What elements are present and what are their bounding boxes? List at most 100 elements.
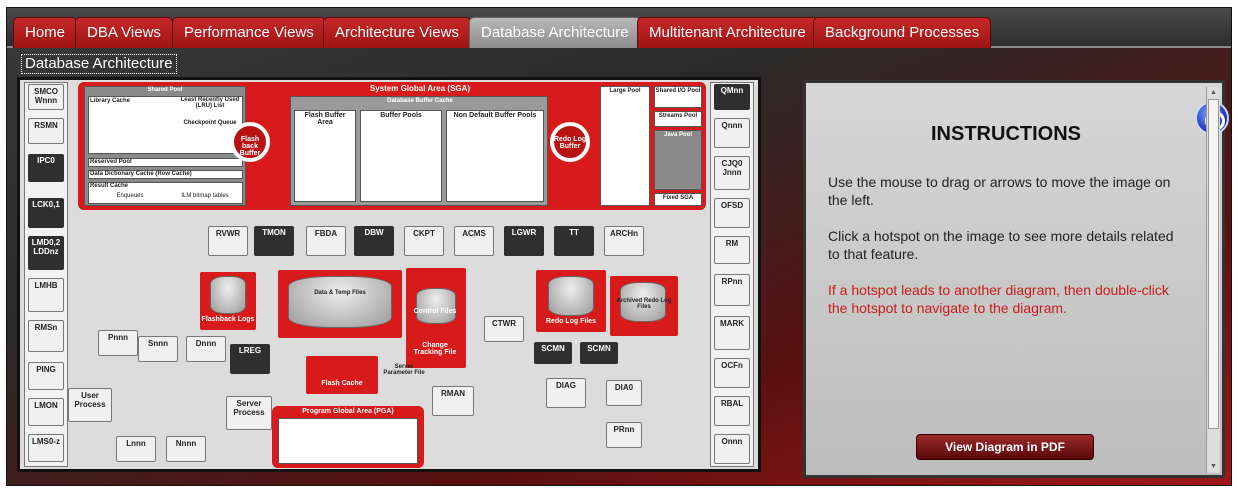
process-dnnn[interactable]: Dnnn (186, 336, 226, 362)
left-process[interactable]: LMON (28, 398, 64, 426)
instructions-title: INSTRUCTIONS (931, 123, 1081, 145)
process-tt[interactable]: TT (554, 226, 594, 256)
left-process[interactable]: LMS0-z (28, 434, 64, 462)
right-process[interactable]: RM (714, 236, 750, 264)
process-scmn-1[interactable]: SCMN (534, 342, 572, 364)
process-dbw[interactable]: DBW (354, 226, 394, 256)
scroll-down-arrow-icon[interactable]: ▼ (1208, 462, 1219, 472)
process-snnn[interactable]: Snnn (138, 336, 178, 362)
process-lnnn[interactable]: Lnnn (116, 436, 156, 462)
buffer-pools-label: Buffer Pools (380, 112, 422, 119)
process-rvwr[interactable]: RVWR (208, 226, 248, 256)
archived-redo-label: Archived Redo Log Files (616, 298, 672, 310)
left-process[interactable]: RSMN (28, 118, 64, 144)
java-pool[interactable] (654, 130, 702, 190)
process-rman[interactable]: RMAN (432, 386, 474, 416)
large-pool[interactable] (600, 86, 650, 206)
instructions-text-drag: Use the mouse to drag or arrows to move … (828, 174, 1171, 208)
left-process[interactable]: LMD0,2 LDDnz (28, 236, 64, 270)
right-process[interactable]: Qnnn (714, 118, 750, 148)
process-archn[interactable]: ARCHn (604, 226, 644, 256)
pga-work-areas[interactable] (278, 418, 418, 464)
left-process[interactable]: LCK0,1 (28, 198, 64, 228)
instructions-scrollbar[interactable]: ▲ ▼ (1206, 87, 1220, 473)
tab-multitenant-architecture[interactable]: Multitenant Architecture (637, 17, 818, 48)
instructions-text-hotspot: Click a hotspot on the image to see more… (828, 228, 1174, 262)
right-process[interactable]: RPnn (714, 274, 750, 306)
streams-pool-label: Streams Pool (658, 113, 698, 119)
process-lgwr[interactable]: LGWR (504, 226, 544, 256)
left-process[interactable]: SMCO Wnnn (28, 84, 64, 110)
process-ctwr[interactable]: CTWR (484, 316, 524, 342)
process-prnn[interactable]: PRnn (606, 422, 642, 448)
non-default-pools[interactable] (446, 110, 544, 202)
instructions-text-double-click: If a hotspot leads to another diagram, t… (828, 282, 1169, 316)
data-temp-files-label: Data & Temp Files (314, 290, 366, 296)
app-frame: Home DBA Views Performance Views Archite… (6, 7, 1232, 486)
flashback-logs-cylinder (210, 276, 246, 314)
left-process[interactable]: RMSn (28, 320, 64, 352)
server-param-file[interactable]: Server Parameter File (382, 352, 426, 392)
redo-log-buffer-label: Redo Log Buffer (553, 136, 587, 150)
process-pnnn[interactable]: Pnnn (98, 330, 138, 356)
reserved-pool-label: Reserved Pool (90, 159, 132, 165)
tab-database-architecture[interactable]: Database Architecture (469, 17, 641, 48)
right-process[interactable]: MARK (714, 316, 750, 350)
tab-dba-views[interactable]: DBA Views (75, 17, 173, 48)
enqueues-label: Enqueues (116, 193, 144, 199)
process-acms[interactable]: ACMS (454, 226, 494, 256)
right-process[interactable]: OFSD (714, 198, 750, 228)
process-lreg[interactable]: LREG (230, 344, 270, 374)
process-scmn-2[interactable]: SCMN (580, 342, 618, 364)
left-process[interactable]: IPC0 (28, 154, 64, 182)
diagram-viewport[interactable]: SMCO Wnnn RSMN IPC0 LCK0,1 LMD0,2 LDDnz … (17, 77, 761, 472)
tab-architecture-views[interactable]: Architecture Views (323, 17, 471, 48)
user-process[interactable]: User Process (68, 388, 112, 422)
process-dia0[interactable]: DIA0 (606, 380, 642, 406)
ilm-bitmap-label: ILM bitmap tables (181, 193, 229, 199)
view-diagram-pdf-button[interactable]: View Diagram in PDF (916, 434, 1094, 460)
large-pool-label: Large Pool (609, 88, 641, 94)
process-diag[interactable]: DIAG (546, 378, 586, 408)
tab-performance-views[interactable]: Performance Views (172, 17, 326, 48)
right-process[interactable]: Onnn (714, 434, 750, 464)
control-files-cylinder (416, 288, 456, 324)
flashback-buffer-label: Flash back Buffer (239, 136, 261, 157)
process-nnnn[interactable]: Nnnn (166, 436, 206, 462)
process-ckpt[interactable]: CKPT (404, 226, 444, 256)
architecture-diagram[interactable]: SMCO Wnnn RSMN IPC0 LCK0,1 LMD0,2 LDDnz … (20, 80, 758, 469)
checkpoint-queue-label: Checkpoint Queue (183, 120, 237, 126)
lru-list-label: Least Recently Used (LRU) List (180, 97, 240, 109)
redo-log-files-cylinder (548, 276, 594, 316)
sga-title: System Global Area (SGA) (369, 84, 471, 93)
right-process[interactable]: QMnn (714, 84, 750, 110)
right-process[interactable]: RBAL (714, 396, 750, 426)
redo-log-files-label: Redo Log Files (545, 318, 597, 325)
buffer-pools[interactable] (360, 110, 442, 202)
process-fbda[interactable]: FBDA (306, 226, 346, 256)
flashback-logs-label: Flashback Logs (201, 316, 255, 323)
left-process[interactable]: LMHB (28, 278, 64, 312)
server-process[interactable]: Server Process (226, 396, 272, 430)
java-pool-label: Java Pool (663, 132, 692, 138)
dictionary-cache-label: Data Dictionary Cache (Row Cache) (90, 171, 192, 177)
right-process[interactable]: CJQ0 Jnnn (714, 156, 750, 190)
tab-bar: Home DBA Views Performance Views Archite… (7, 8, 1231, 48)
buffer-cache-label: Database Buffer Cache (387, 98, 453, 104)
tab-home[interactable]: Home (13, 17, 78, 48)
tab-background-processes[interactable]: Background Processes (813, 17, 992, 48)
data-temp-files-cylinder (288, 276, 392, 328)
process-tmon[interactable]: TMON (254, 226, 294, 256)
flash-buffer-area-label: Flash Buffer Area (304, 112, 346, 126)
scroll-thumb[interactable] (1208, 99, 1219, 429)
left-process[interactable]: PING (28, 362, 64, 390)
pga-title: Program Global Area (PGA) (302, 408, 394, 415)
page-title: Database Architecture (21, 54, 177, 74)
right-process[interactable]: OCFn (714, 358, 750, 388)
flash-cache-label: Flash Cache (321, 380, 363, 387)
shared-io-pool-label: Shared I/O Pool (655, 88, 701, 94)
shared-pool-label: Shared Pool (147, 87, 183, 93)
non-default-pools-label: Non Default Buffer Pools (453, 112, 537, 119)
scroll-up-arrow-icon[interactable]: ▲ (1208, 88, 1219, 98)
flash-cache[interactable] (306, 356, 378, 394)
